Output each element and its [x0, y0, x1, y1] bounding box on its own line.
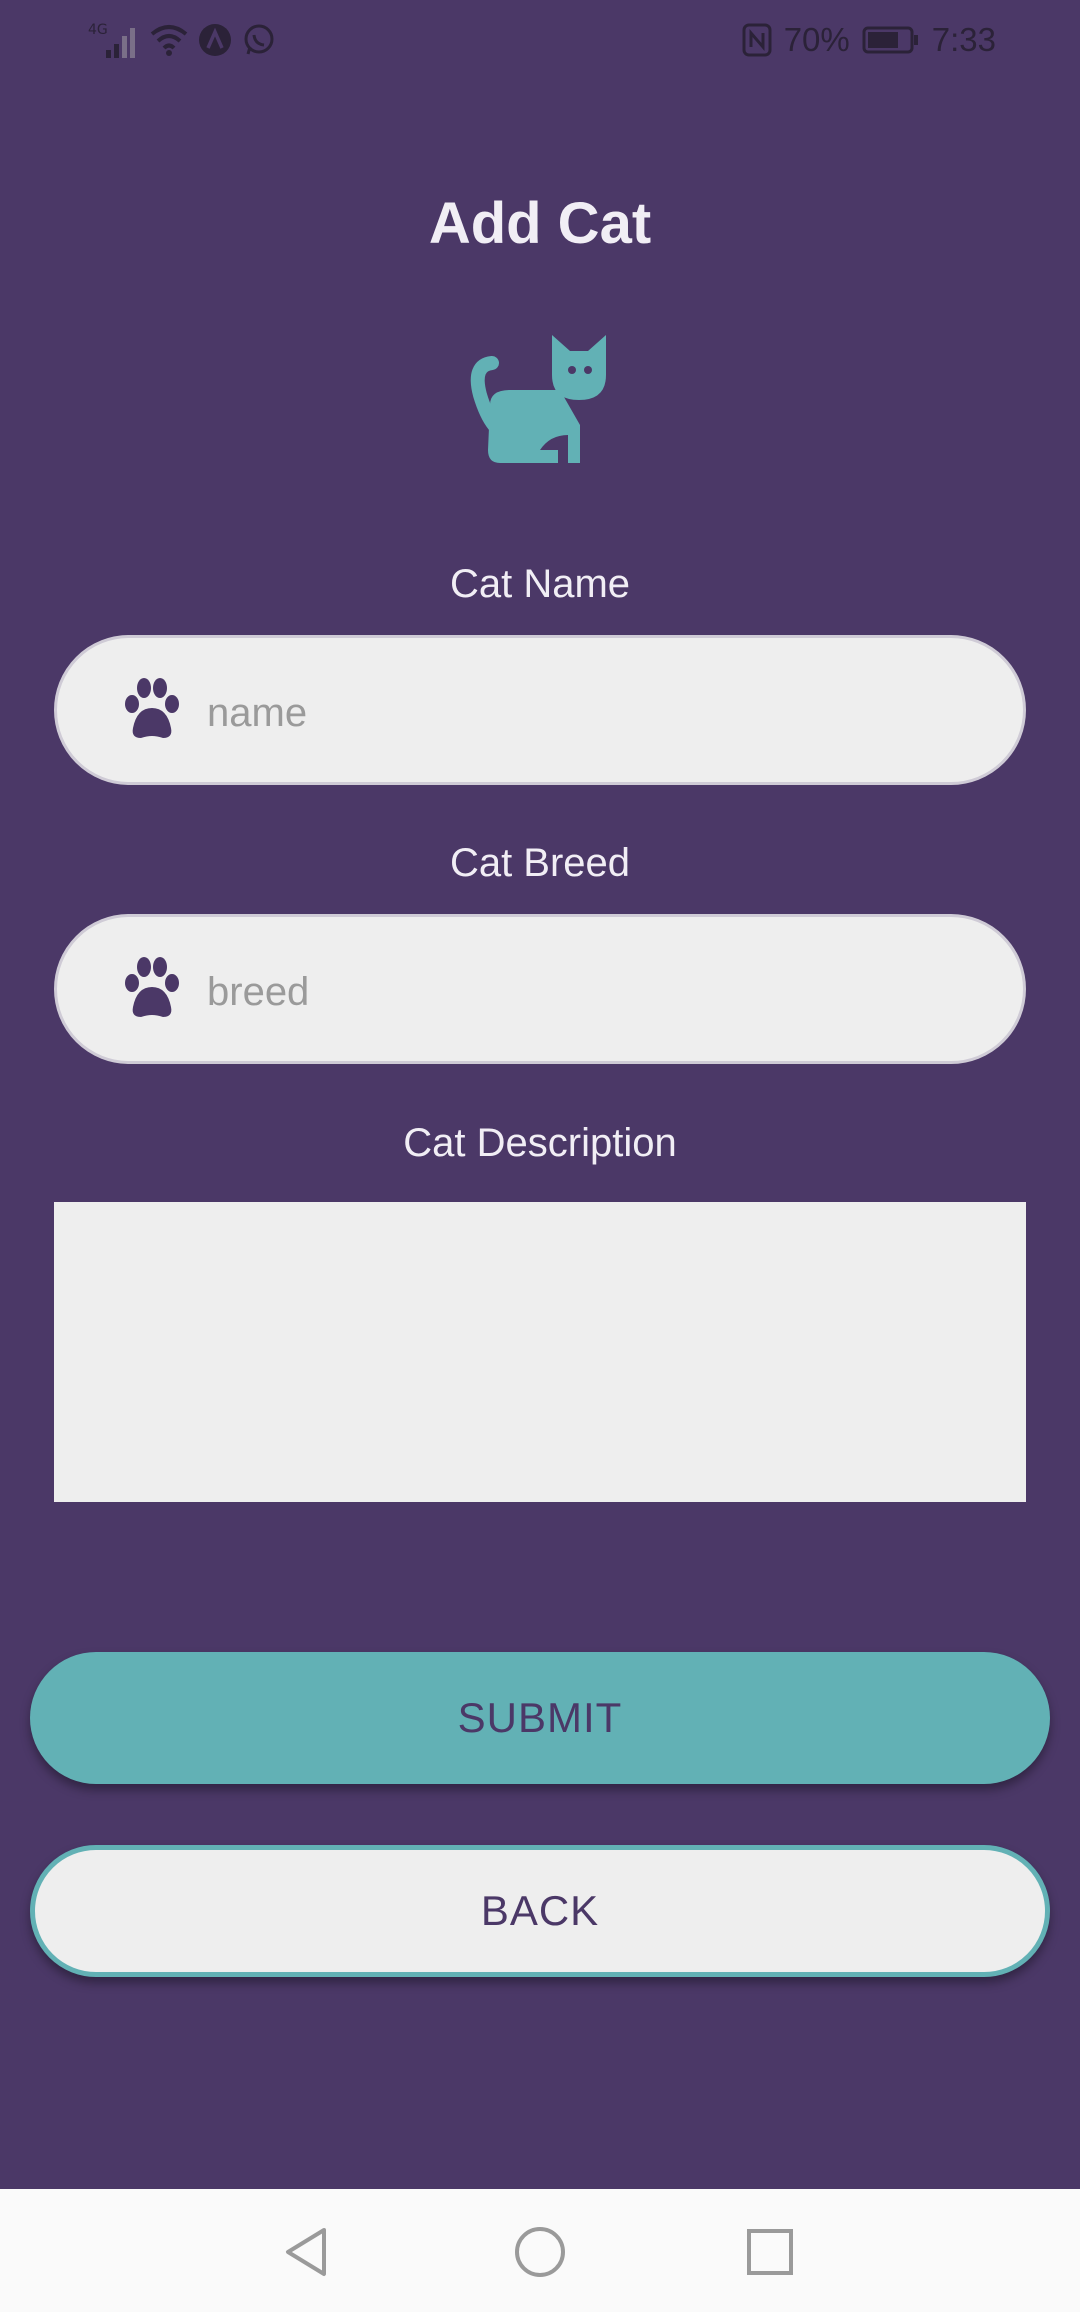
cat-name-label: Cat Name: [449, 562, 631, 606]
home-icon[interactable]: [510, 2222, 570, 2282]
status-left: 4G: [88, 18, 276, 62]
cat-name-field[interactable]: [54, 635, 1026, 785]
paw-icon: [119, 676, 185, 742]
clock: 7:33: [931, 21, 996, 58]
submit-button[interactable]: SUBMIT: [30, 1652, 1050, 1784]
back-icon[interactable]: [278, 2222, 338, 2282]
signal-icon: 4G: [88, 20, 140, 60]
cat-name-input[interactable]: [207, 668, 987, 758]
battery-percent: 70%: [783, 21, 850, 58]
recents-icon[interactable]: [740, 2222, 800, 2282]
paw-icon: [119, 955, 185, 1021]
battery-icon: [862, 25, 920, 55]
status-bar: 4G 70% 7:33: [0, 0, 1080, 80]
svg-text:4G: 4G: [88, 22, 108, 38]
nfc-icon: [742, 23, 772, 57]
wifi-icon: [150, 22, 188, 58]
back-button[interactable]: BACK: [30, 1845, 1050, 1977]
cat-icon: [470, 335, 610, 465]
app-a-icon: [198, 23, 232, 57]
cat-breed-input[interactable]: [207, 947, 987, 1037]
status-right: 70% 7:33: [742, 18, 996, 62]
cat-description-input[interactable]: [54, 1202, 1026, 1502]
page-title: Add Cat: [428, 191, 652, 256]
whatsapp-icon: [242, 23, 276, 57]
cat-description-label: Cat Description: [403, 1121, 677, 1165]
cat-breed-label: Cat Breed: [449, 841, 631, 885]
cat-breed-field[interactable]: [54, 914, 1026, 1064]
